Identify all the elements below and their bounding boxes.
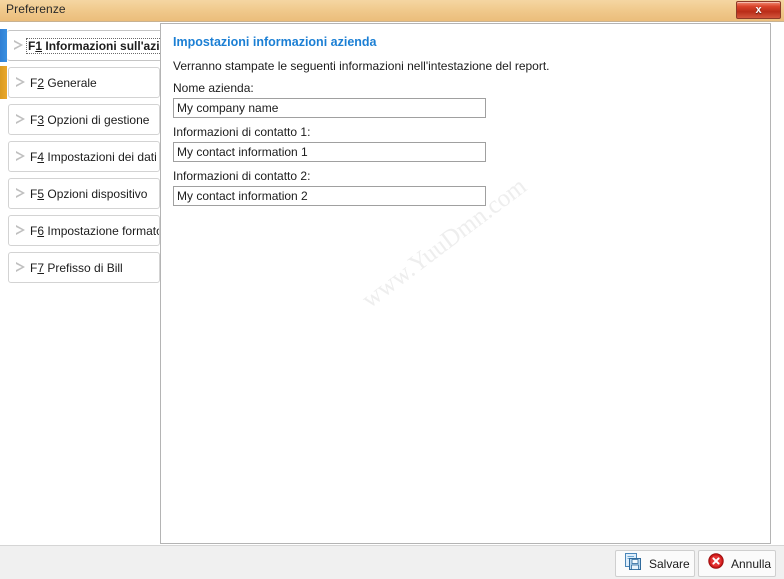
sidebar-item-f1[interactable]: F1 Informazioni sull'azienda bbox=[7, 30, 168, 61]
sidebar-item-label: F2 Generale bbox=[30, 75, 97, 90]
tab-arrow-icon bbox=[16, 114, 25, 125]
sidebar-item-f6[interactable]: F6 Impostazione formato tabella bbox=[8, 215, 160, 246]
tab-arrow-icon bbox=[16, 262, 25, 273]
window-title: Preferenze bbox=[6, 2, 66, 16]
sidebar-item-f4[interactable]: F4 Impostazioni dei dati bbox=[8, 141, 160, 172]
sidebar-item-f5[interactable]: F5 Opzioni dispositivo bbox=[8, 178, 160, 209]
content-panel: Impostazioni informazioni azienda Verran… bbox=[160, 23, 771, 544]
section-heading: Impostazioni informazioni azienda bbox=[173, 35, 377, 49]
contact-info-2-label: Informazioni di contatto 2: bbox=[173, 169, 311, 183]
sidebar-item-label: F5 Opzioni dispositivo bbox=[30, 186, 148, 201]
tab-arrow-icon bbox=[16, 188, 25, 199]
cancel-circle-icon bbox=[708, 553, 724, 574]
section-description: Verranno stampate le seguenti informazio… bbox=[173, 59, 550, 73]
sidebar-item-f7[interactable]: F7 Prefisso di Bill bbox=[8, 252, 160, 283]
close-button[interactable]: x bbox=[736, 1, 781, 19]
company-name-input[interactable] bbox=[173, 98, 486, 118]
contact-info-1-input[interactable] bbox=[173, 142, 486, 162]
cancel-button-label: Annulla bbox=[731, 556, 772, 571]
dialog-body: F1 Informazioni sull'azienda F2 Generale F… bbox=[0, 21, 784, 579]
tab-arrow-icon bbox=[16, 77, 25, 88]
contact-info-1-label: Informazioni di contatto 1: bbox=[173, 125, 311, 139]
save-button-label: Salvare bbox=[649, 556, 690, 571]
dialog-footer: Salvare Annulla bbox=[0, 545, 784, 579]
sidebar-tab-list: F1 Informazioni sull'azienda F2 Generale F… bbox=[0, 22, 168, 544]
sidebar-item-f3[interactable]: F3 Opzioni di gestione bbox=[8, 104, 160, 135]
window-titlebar: Preferenze x bbox=[0, 0, 784, 21]
sidebar-item-label: F3 Opzioni di gestione bbox=[30, 112, 150, 127]
save-button[interactable]: Salvare bbox=[615, 550, 695, 577]
tab-arrow-icon bbox=[14, 40, 23, 51]
contact-info-2-input[interactable] bbox=[173, 186, 486, 206]
tab-accent-bar-f1 bbox=[0, 29, 7, 62]
tab-arrow-icon bbox=[16, 151, 25, 162]
sidebar-item-label: F4 Impostazioni dei dati bbox=[30, 149, 157, 164]
tab-accent-bar-f2 bbox=[0, 66, 7, 99]
save-disk-icon bbox=[625, 552, 642, 575]
company-name-label: Nome azienda: bbox=[173, 81, 254, 95]
sidebar-item-label: F1 Informazioni sull'azienda bbox=[28, 38, 167, 53]
close-icon: x bbox=[755, 3, 762, 16]
sidebar-item-label: F7 Prefisso di Bill bbox=[30, 260, 123, 275]
cancel-button[interactable]: Annulla bbox=[698, 550, 776, 577]
sidebar-item-label: F6 Impostazione formato tabella bbox=[30, 223, 160, 238]
sidebar-item-f2[interactable]: F2 Generale bbox=[8, 67, 160, 98]
tab-arrow-icon bbox=[16, 225, 25, 236]
